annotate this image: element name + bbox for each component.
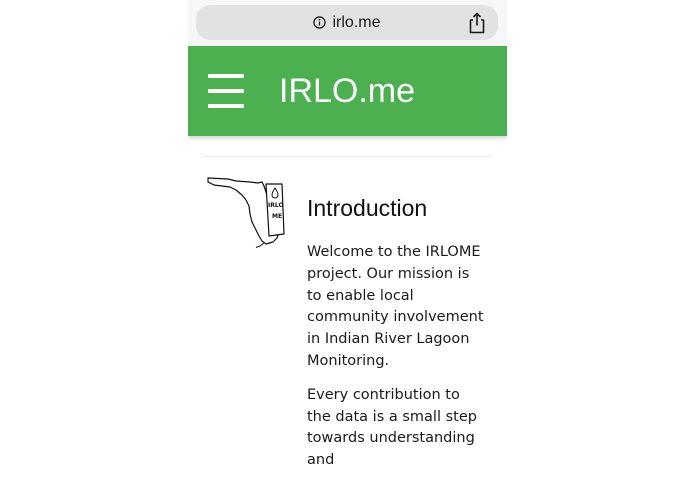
address-bar-content: irlo.me xyxy=(196,5,498,40)
logo-text-me: ME xyxy=(272,213,282,220)
intro-paragraph: Welcome to the IRLOME project. Our missi… xyxy=(307,244,484,369)
url-text[interactable]: irlo.me xyxy=(332,14,380,32)
hamburger-menu-icon[interactable] xyxy=(208,74,244,110)
address-bar[interactable]: irlo.me xyxy=(196,5,498,40)
share-icon[interactable] xyxy=(466,11,488,35)
browser-toolbar: irlo.me xyxy=(188,0,507,46)
site-title[interactable]: IRLO.me xyxy=(279,68,415,114)
menu-bar-top xyxy=(208,74,244,78)
info-circle-icon[interactable] xyxy=(313,16,327,29)
content-divider xyxy=(203,156,491,157)
menu-bar-middle xyxy=(208,89,244,93)
intro-text: Welcome to the IRLOME project. Our missi… xyxy=(307,242,487,484)
phone-screen: irlo.me IRLO.me IRLO ME Introduction Wel… xyxy=(188,0,507,494)
intro-paragraph: Every contribution to the data is a smal… xyxy=(307,386,477,469)
intro-heading: Introduction xyxy=(307,195,428,221)
irlo-logo: IRLO ME xyxy=(207,177,285,248)
app-header: IRLO.me xyxy=(188,46,507,136)
logo-text-irlo: IRLO xyxy=(268,202,284,209)
menu-bar-bottom xyxy=(208,104,244,108)
